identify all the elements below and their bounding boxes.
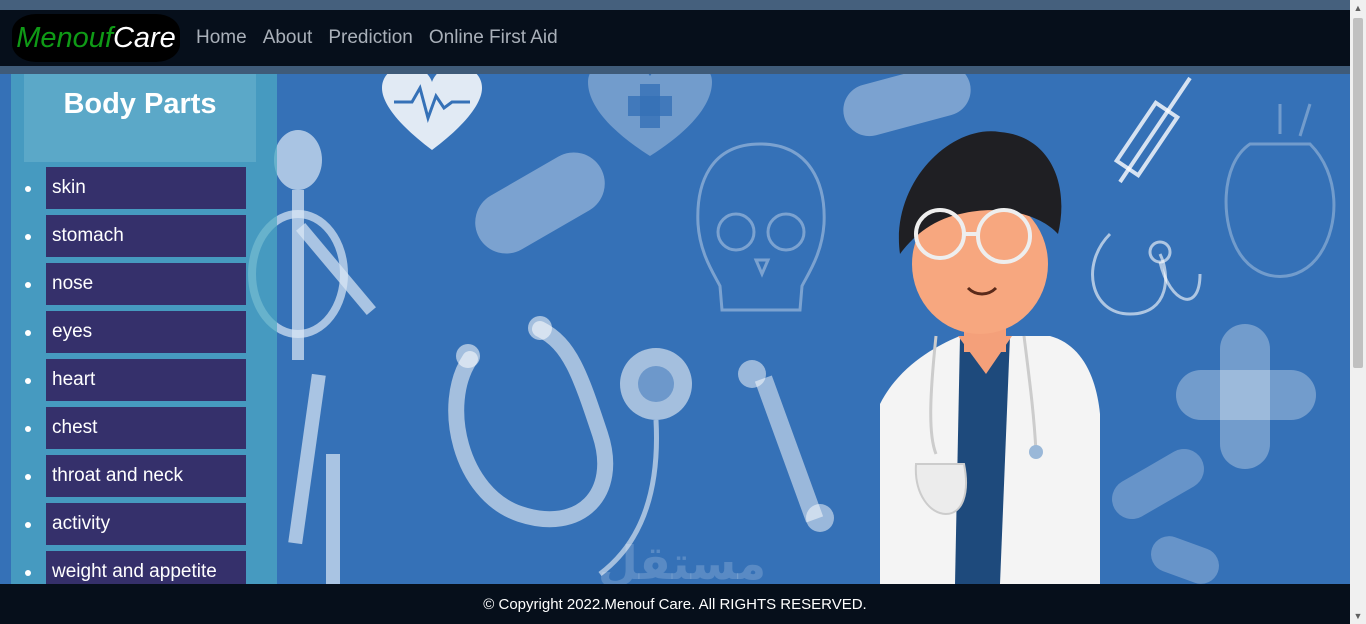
brand-logo[interactable]: Menouf Care	[12, 14, 180, 62]
nav-divider	[0, 66, 1350, 74]
sidebar-title: Body Parts	[63, 87, 217, 120]
small-stethoscope-icon	[1091, 232, 1202, 316]
pill-icon	[1151, 536, 1219, 584]
bullet-icon	[25, 234, 31, 240]
list-item: throat and neck	[25, 455, 246, 497]
body-part-eyes-button[interactable]: eyes	[46, 311, 246, 353]
bone-icon	[738, 360, 834, 532]
body-part-skin-button[interactable]: skin	[46, 167, 246, 209]
body-part-nose-button[interactable]: nose	[46, 263, 246, 305]
list-item: stomach	[25, 215, 246, 257]
sidebar-body-parts: Body Parts skin stomach nose eyes heart …	[11, 74, 277, 593]
bullet-icon	[25, 378, 31, 384]
nav-links: Home About Prediction Online First Aid	[196, 27, 574, 49]
heart-pulse-icon	[382, 74, 482, 150]
anatomical-heart-icon	[1224, 103, 1336, 278]
list-item: skin	[25, 167, 246, 209]
pill-icon	[1112, 448, 1204, 519]
list-item: nose	[25, 263, 246, 305]
list-item: heart	[25, 359, 246, 401]
nav-about[interactable]: About	[263, 27, 313, 49]
bullet-icon	[25, 474, 31, 480]
body-part-activity-button[interactable]: activity	[46, 503, 246, 545]
watermark: مستقل	[598, 536, 766, 584]
bullet-icon	[25, 330, 31, 336]
page-scrollbar[interactable]: ▲ ▼	[1350, 0, 1366, 624]
doctor-illustration	[880, 131, 1100, 584]
body-part-heart-button[interactable]: heart	[46, 359, 246, 401]
brand-part-care: Care	[112, 21, 176, 54]
syringe-icon	[1113, 76, 1192, 184]
body-part-stomach-button[interactable]: stomach	[46, 215, 246, 257]
bullet-icon	[25, 522, 31, 528]
bullet-icon	[25, 570, 31, 576]
bullet-icon	[25, 282, 31, 288]
chevron-up-icon[interactable]: ▲	[1350, 0, 1366, 16]
bullet-icon	[25, 186, 31, 192]
list-item: eyes	[25, 311, 246, 353]
pill-icon	[843, 74, 971, 137]
list-item: chest	[25, 407, 246, 449]
copyright-text: © Copyright 2022.Menouf Care. All RIGHTS…	[483, 595, 867, 613]
navbar: Menouf Care Home About Prediction Online …	[0, 10, 1350, 66]
chevron-down-icon[interactable]: ▼	[1350, 608, 1366, 624]
footer: © Copyright 2022.Menouf Care. All RIGHTS…	[0, 584, 1350, 624]
body-part-chest-button[interactable]: chest	[46, 407, 246, 449]
medical-cross-icon	[1176, 324, 1316, 469]
bullet-icon	[25, 426, 31, 432]
body-part-throat-neck-button[interactable]: throat and neck	[46, 455, 246, 497]
top-strip	[0, 0, 1366, 10]
pill-icon	[475, 152, 605, 254]
nav-online-first-aid[interactable]: Online First Aid	[429, 27, 558, 49]
nav-prediction[interactable]: Prediction	[328, 27, 413, 49]
nav-home[interactable]: Home	[196, 27, 247, 49]
brand-part-menouf: Menouf	[16, 21, 113, 54]
sidebar-header: Body Parts	[24, 74, 256, 162]
scrollbar-thumb[interactable]	[1353, 18, 1363, 368]
body-parts-list: skin stomach nose eyes heart chest throa…	[25, 167, 246, 599]
list-item: activity	[25, 503, 246, 545]
skull-icon	[696, 142, 826, 312]
